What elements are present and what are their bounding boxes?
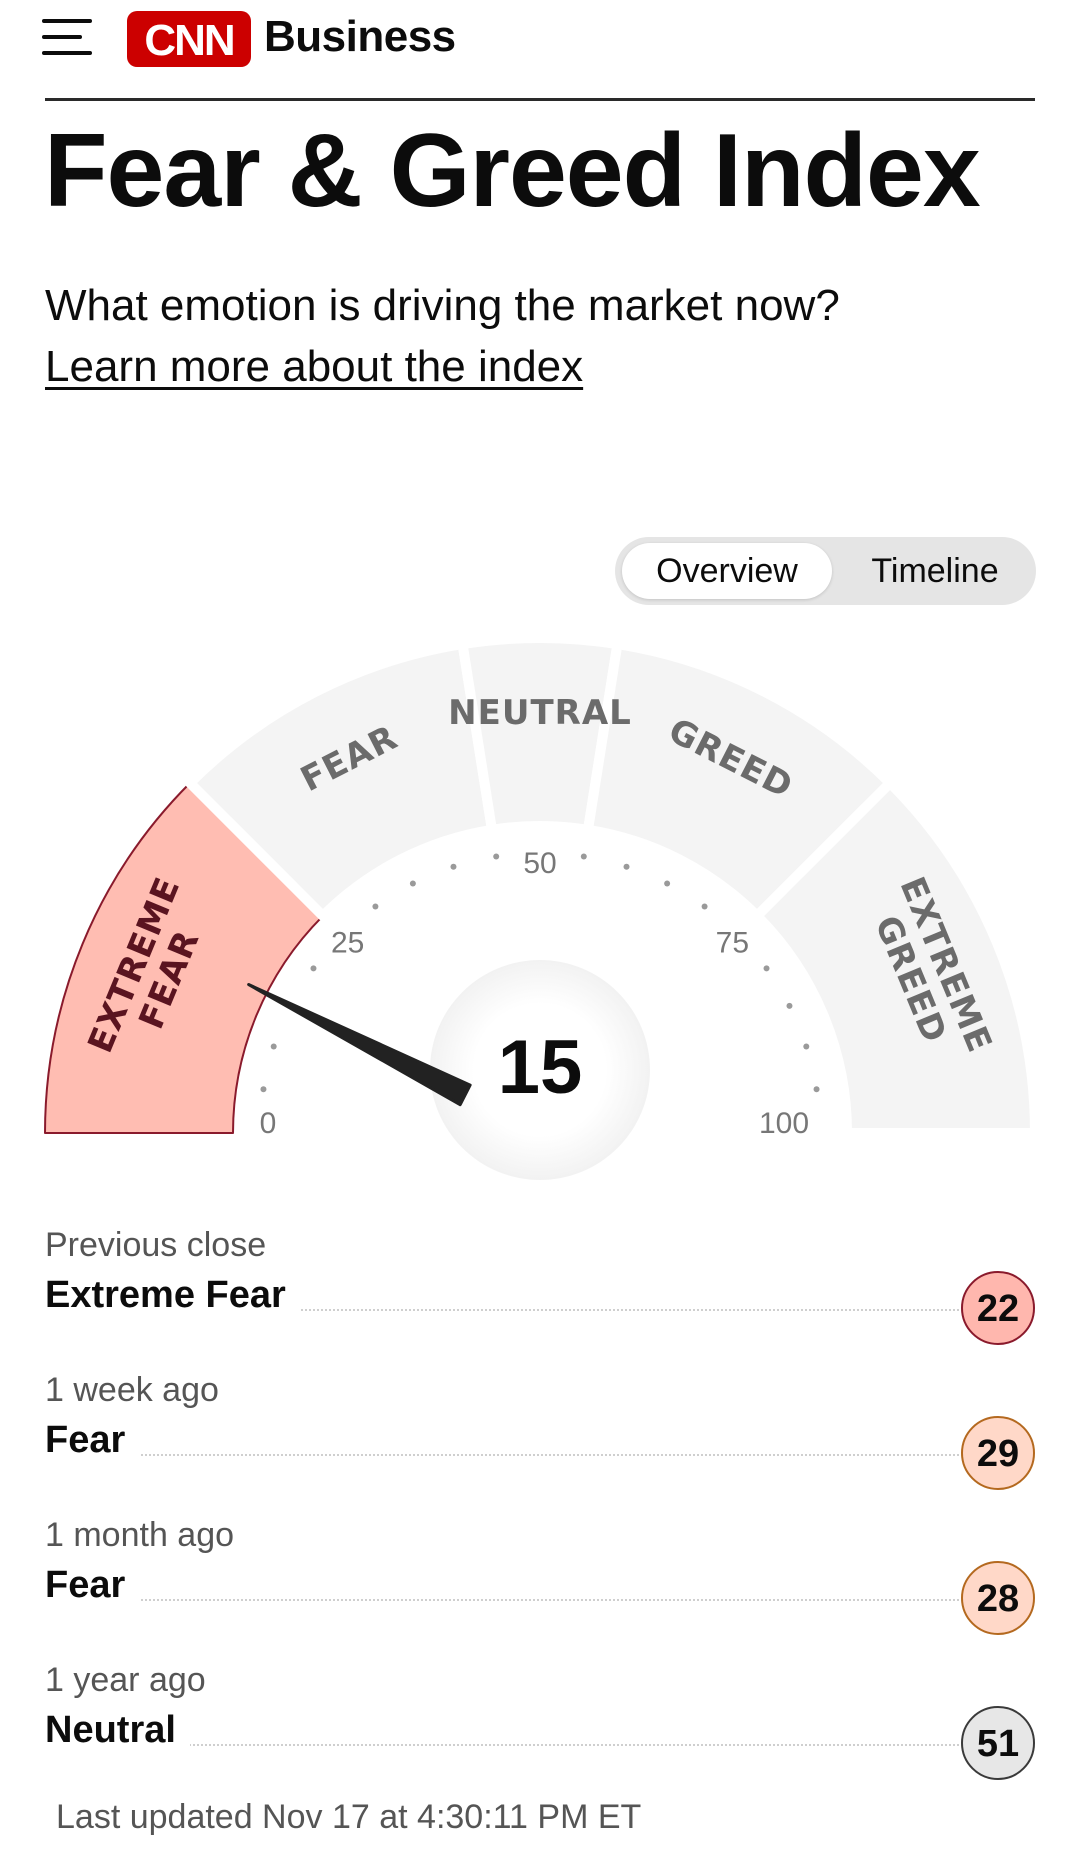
svg-text:CNN: CNN xyxy=(144,16,233,65)
scale-dot xyxy=(260,1086,267,1093)
leader-dots xyxy=(45,1454,975,1456)
history-row-1-week-ago: 1 week ago Fear 29 xyxy=(45,1365,1035,1510)
scale-dot xyxy=(813,1086,820,1093)
learn-more-link[interactable]: Learn more about the index xyxy=(45,341,583,394)
history-rating: Neutral xyxy=(45,1709,190,1752)
history-value-badge: 28 xyxy=(961,1561,1035,1635)
section-name[interactable]: Business xyxy=(264,12,456,62)
site-header: CNN Business xyxy=(0,0,1080,101)
history-rating: Fear xyxy=(45,1419,140,1462)
scale-dot xyxy=(786,1002,793,1009)
history-rating: Extreme Fear xyxy=(45,1274,300,1317)
scale-dot xyxy=(372,903,379,910)
history-value-badge: 22 xyxy=(961,1271,1035,1345)
scale-dot xyxy=(701,903,708,910)
history-list: Previous close Extreme Fear 22 1 week ag… xyxy=(45,1220,1035,1800)
tab-timeline[interactable]: Timeline xyxy=(840,543,1030,599)
page-title: Fear & Greed Index xyxy=(44,113,981,229)
history-label: Previous close xyxy=(45,1226,267,1264)
scale-dot xyxy=(763,965,770,972)
leader-dots xyxy=(45,1599,975,1601)
view-toggle: Overview Timeline xyxy=(615,537,1036,605)
scale-dot xyxy=(803,1043,810,1050)
gauge-tick-label-25: 25 xyxy=(331,927,364,960)
history-label: 1 month ago xyxy=(45,1516,235,1554)
menu-icon[interactable] xyxy=(42,17,92,57)
fear-greed-gauge: EXTREMEFEARFEARNEUTRAL GREEDEXTREMEGREED … xyxy=(44,633,1040,1180)
scale-dot xyxy=(409,880,416,887)
scale-dot xyxy=(493,853,500,860)
cnn-logo[interactable]: CNN xyxy=(124,8,254,70)
header-divider xyxy=(45,98,1035,101)
scale-dot xyxy=(450,863,457,870)
history-value-badge: 51 xyxy=(961,1706,1035,1780)
gauge-tick-label-50: 50 xyxy=(523,847,556,880)
gauge-value: 15 xyxy=(498,1025,583,1110)
scale-dot xyxy=(623,863,630,870)
history-label: 1 year ago xyxy=(45,1661,206,1699)
tab-overview[interactable]: Overview xyxy=(622,543,832,599)
gauge-tick-label-75: 75 xyxy=(716,927,749,960)
history-row-1-year-ago: 1 year ago Neutral 51 xyxy=(45,1655,1035,1800)
history-value-badge: 29 xyxy=(961,1416,1035,1490)
last-updated: Last updated Nov 17 at 4:30:11 PM ET xyxy=(56,1798,642,1836)
history-label: 1 week ago xyxy=(45,1371,219,1409)
scale-dot xyxy=(310,965,317,972)
history-rating: Fear xyxy=(45,1564,140,1607)
scale-dot xyxy=(664,880,671,887)
history-row-previous-close: Previous close Extreme Fear 22 xyxy=(45,1220,1035,1365)
gauge-tick-label-100: 100 xyxy=(759,1107,809,1140)
history-row-1-month-ago: 1 month ago Fear 28 xyxy=(45,1510,1035,1655)
page-subtitle: What emotion is driving the market now? xyxy=(45,281,840,330)
gauge-tick-label-0: 0 xyxy=(260,1107,277,1140)
scale-dot xyxy=(580,853,587,860)
scale-dot xyxy=(270,1043,277,1050)
gauge-section-label-neutral: NEUTRAL xyxy=(448,693,632,733)
